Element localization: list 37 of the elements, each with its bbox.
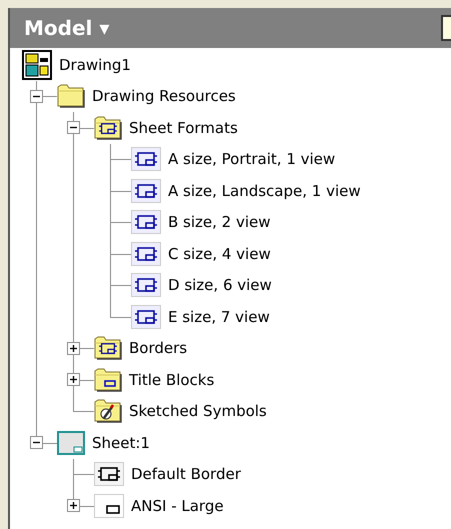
expand-icon[interactable] <box>67 373 80 386</box>
title-block-icon <box>94 494 124 518</box>
expand-icon[interactable] <box>67 342 80 354</box>
tree-item-label[interactable]: Sheet Formats <box>129 116 238 139</box>
tree-item-label[interactable]: A size, Landscape, 1 view <box>168 180 361 202</box>
sheet-format-icon <box>131 242 161 266</box>
tree-item-label[interactable]: Default Border <box>131 463 241 486</box>
collapse-icon[interactable] <box>30 90 43 102</box>
border-icon <box>94 462 124 486</box>
sheet-format-icon <box>131 147 161 172</box>
folder-icon <box>94 116 122 140</box>
panel-title[interactable]: Model ▾ <box>24 13 110 43</box>
sheet-format-icon <box>131 178 161 203</box>
tree-item-label[interactable]: Sheet:1 <box>92 432 150 454</box>
tree-item-label[interactable]: Title Blocks <box>129 368 214 391</box>
collapse-icon[interactable] <box>30 436 43 449</box>
expand-icon[interactable] <box>67 499 80 512</box>
tree-item-label[interactable]: C size, 4 view <box>168 242 271 265</box>
tree-item-label[interactable]: B size, 2 view <box>168 211 271 234</box>
sheet-format-icon <box>131 210 161 234</box>
folder-pencil-icon <box>94 399 122 424</box>
folder-icon <box>94 368 122 392</box>
tree-item-label[interactable]: D size, 6 view <box>168 274 272 296</box>
folder-icon <box>57 84 85 108</box>
tree-item-label[interactable]: Drawing Resources <box>92 85 236 108</box>
drawing-document-icon <box>22 50 52 80</box>
tree-item-label[interactable]: A size, Portrait, 1 view <box>168 148 336 170</box>
tree-item-label[interactable]: ANSI - Large <box>131 494 224 517</box>
sheet-format-icon <box>131 273 161 298</box>
tree-item-label[interactable]: Borders <box>129 337 188 360</box>
folder-icon <box>94 336 122 360</box>
sheet-icon <box>57 430 85 455</box>
sheet-format-icon <box>131 304 161 329</box>
tree-item-label[interactable]: E size, 7 view <box>168 306 270 328</box>
collapse-icon[interactable] <box>67 121 80 134</box>
tree-item-label[interactable]: Drawing1 <box>59 54 131 76</box>
tree-item-label[interactable]: Sketched Symbols <box>129 400 267 422</box>
